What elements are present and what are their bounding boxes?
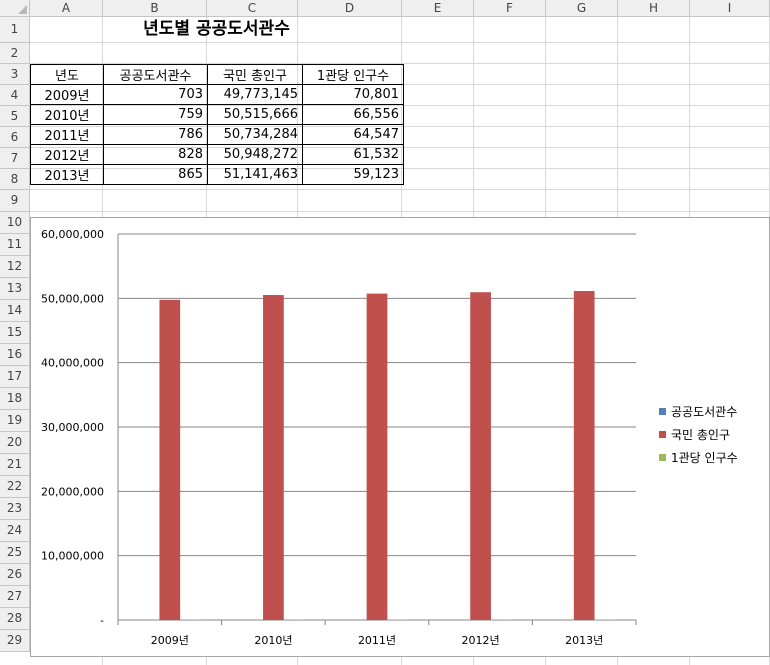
row-header-14[interactable]: 14 xyxy=(0,300,30,322)
cell-year[interactable]: 2013년 xyxy=(30,164,104,185)
row-header-5[interactable]: 5 xyxy=(0,106,30,127)
column-header-f[interactable]: F xyxy=(474,0,546,17)
x-tick-label: 2013년 xyxy=(565,634,603,647)
row-header-13[interactable]: 13 xyxy=(0,278,30,300)
row-header-17[interactable]: 17 xyxy=(0,366,30,388)
data-table: 년도 공공도서관수 국민 총인구 1관당 인구수 2009년 703 49,77… xyxy=(30,64,404,185)
cell-population[interactable]: 51,141,463 xyxy=(207,164,303,185)
legend-label: 국민 총인구 xyxy=(671,428,730,442)
cell-pop-per-library[interactable]: 70,801 xyxy=(302,84,404,105)
row-header-21[interactable]: 21 xyxy=(0,454,30,476)
x-tick-label: 2009년 xyxy=(151,634,189,647)
table-row: 2010년 759 50,515,666 66,556 xyxy=(30,104,404,125)
cell-pop-per-library[interactable]: 59,123 xyxy=(302,164,404,185)
row-header-8[interactable]: 8 xyxy=(0,169,30,190)
cell-population[interactable]: 50,515,666 xyxy=(207,104,303,125)
column-header-e[interactable]: E xyxy=(402,0,474,17)
row-header-22[interactable]: 22 xyxy=(0,476,30,498)
header-population[interactable]: 국민 총인구 xyxy=(207,64,303,85)
chart[interactable]: - 10,000,000 20,000,000 30,000,000 40,000,00… xyxy=(30,217,770,657)
bar-2 xyxy=(159,299,181,620)
row-header-12[interactable]: 12 xyxy=(0,256,30,278)
table-header-row: 년도 공공도서관수 국민 총인구 1관당 인구수 xyxy=(30,64,404,85)
row-header-1[interactable]: 1 xyxy=(0,17,30,43)
table-row: 2009년 703 49,773,145 70,801 xyxy=(30,84,404,105)
row-header-26[interactable]: 26 xyxy=(0,564,30,586)
cell-libraries[interactable]: 828 xyxy=(103,144,208,165)
column-header-b[interactable]: B xyxy=(103,0,207,17)
y-tick-label: 20,000,000 xyxy=(41,485,104,498)
select-all-corner[interactable] xyxy=(0,0,30,17)
row-header-3[interactable]: 3 xyxy=(0,64,30,85)
legend-label: 1관당 인구수 xyxy=(671,451,738,465)
bar-2 xyxy=(263,295,284,620)
row-header-18[interactable]: 18 xyxy=(0,388,30,410)
cell-libraries[interactable]: 703 xyxy=(103,84,208,105)
row-header-19[interactable]: 19 xyxy=(0,410,30,432)
sheet-title[interactable]: 년도별 공공도서관수 xyxy=(103,17,330,43)
column-header-h[interactable]: H xyxy=(618,0,690,17)
chart-svg: - 10,000,000 20,000,000 30,000,000 40,000,00… xyxy=(41,228,738,647)
row-header-6[interactable]: 6 xyxy=(0,127,30,148)
y-tick-label: 30,000,000 xyxy=(41,421,104,434)
table-row: 2013년 865 51,141,463 59,123 xyxy=(30,164,404,185)
legend-swatch xyxy=(659,408,666,415)
cell-pop-per-library[interactable]: 61,532 xyxy=(302,144,404,165)
bar-2 xyxy=(366,293,388,620)
legend-label: 공공도서관수 xyxy=(671,405,737,419)
row-header-23[interactable]: 23 xyxy=(0,498,30,520)
table-row: 2012년 828 50,948,272 61,532 xyxy=(30,144,404,165)
y-tick-label: - xyxy=(100,614,104,627)
cell-population[interactable]: 50,734,284 xyxy=(207,124,303,145)
row-header-20[interactable]: 20 xyxy=(0,432,30,454)
column-header-g[interactable]: G xyxy=(546,0,618,17)
column-header-a[interactable]: A xyxy=(30,0,103,17)
row-header-9[interactable]: 9 xyxy=(0,190,30,212)
bar-2 xyxy=(470,292,491,620)
cell-year[interactable]: 2009년 xyxy=(30,84,104,105)
cell-year[interactable]: 2012년 xyxy=(30,144,104,165)
legend-swatch xyxy=(659,454,666,461)
cell-population[interactable]: 49,773,145 xyxy=(207,84,303,105)
cell-year[interactable]: 2011년 xyxy=(30,124,104,145)
row-header-11[interactable]: 11 xyxy=(0,234,30,256)
row-header-15[interactable]: 15 xyxy=(0,322,30,344)
row-header-25[interactable]: 25 xyxy=(0,542,30,564)
bar-2 xyxy=(573,290,595,620)
table-row: 2011년 786 50,734,284 64,547 xyxy=(30,124,404,145)
header-libraries[interactable]: 공공도서관수 xyxy=(103,64,208,85)
row-header-29[interactable]: 29 xyxy=(0,630,30,652)
row-header-10[interactable]: 10 xyxy=(0,212,30,234)
gridline-horizontal xyxy=(30,189,770,190)
cell-libraries[interactable]: 759 xyxy=(103,104,208,125)
row-header-24[interactable]: 24 xyxy=(0,520,30,542)
y-tick-label: 50,000,000 xyxy=(41,292,104,305)
gridline-horizontal xyxy=(30,211,770,212)
spreadsheet[interactable]: ABCDEFGHI 1 2 3 4 5 6 7 8 9 10 11 12 13 14 15 16 17 18 19 2… xyxy=(0,0,770,665)
header-pop-per-library[interactable]: 1관당 인구수 xyxy=(302,64,404,85)
x-tick-label: 2012년 xyxy=(462,634,500,647)
y-tick-label: 10,000,000 xyxy=(41,550,104,563)
x-tick-label: 2010년 xyxy=(254,634,292,647)
legend-swatch xyxy=(659,431,666,438)
column-header-i[interactable]: I xyxy=(690,0,770,17)
cell-pop-per-library[interactable]: 66,556 xyxy=(302,104,404,125)
row-header-28[interactable]: 28 xyxy=(0,608,30,630)
row-header-7[interactable]: 7 xyxy=(0,148,30,169)
column-header-c[interactable]: C xyxy=(207,0,298,17)
y-tick-label: 60,000,000 xyxy=(41,228,104,241)
row-header-2[interactable]: 2 xyxy=(0,43,30,64)
row-header-4[interactable]: 4 xyxy=(0,85,30,106)
y-tick-label: 40,000,000 xyxy=(41,357,104,370)
header-year[interactable]: 년도 xyxy=(30,64,104,85)
cell-libraries[interactable]: 786 xyxy=(103,124,208,145)
column-header-d[interactable]: D xyxy=(298,0,402,17)
cell-pop-per-library[interactable]: 64,547 xyxy=(302,124,404,145)
x-tick-label: 2011년 xyxy=(358,634,396,647)
cell-libraries[interactable]: 865 xyxy=(103,164,208,185)
row-header-27[interactable]: 27 xyxy=(0,586,30,608)
row-header-16[interactable]: 16 xyxy=(0,344,30,366)
cell-year[interactable]: 2010년 xyxy=(30,104,104,125)
cell-population[interactable]: 50,948,272 xyxy=(207,144,303,165)
